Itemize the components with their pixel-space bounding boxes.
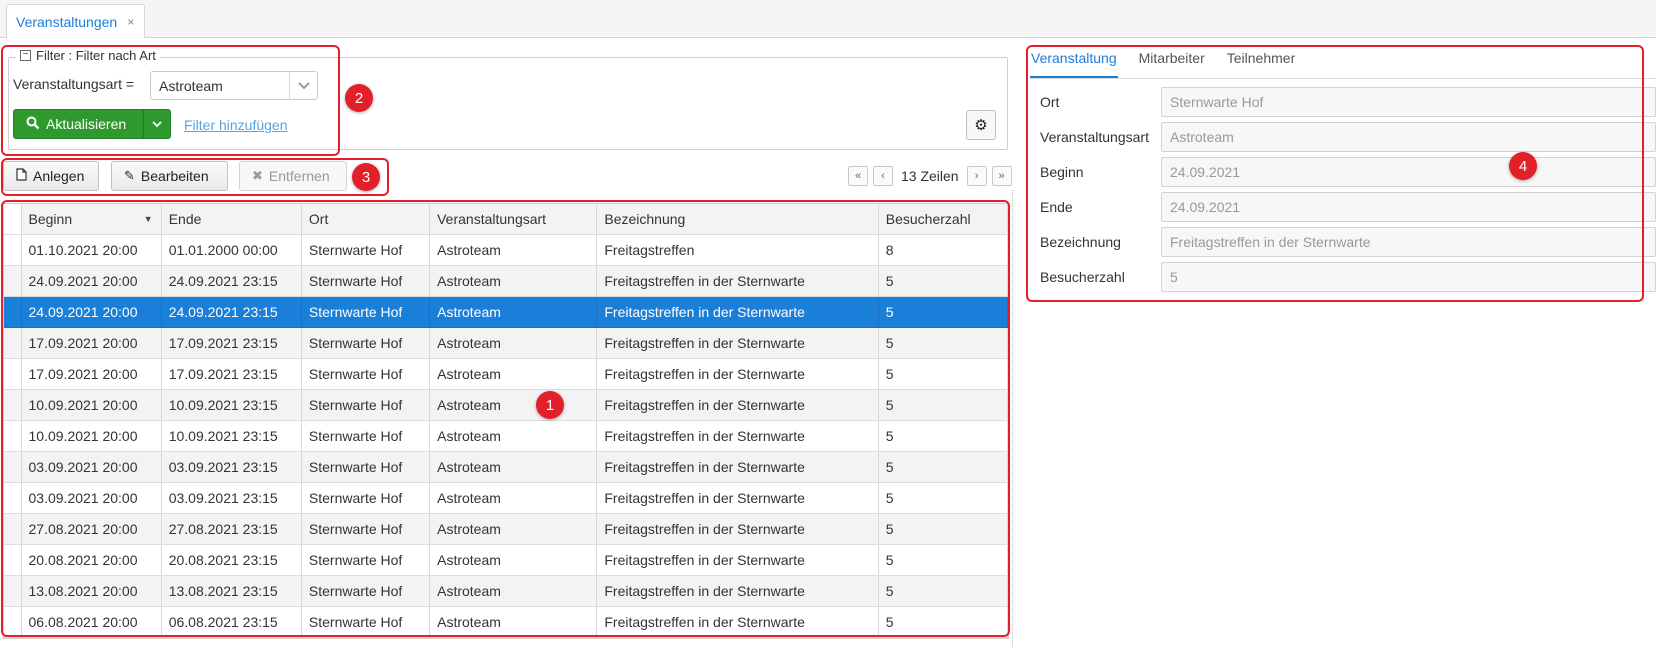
settings-button[interactable]: ⚙ [966,110,996,140]
annotation-badge-2: 2 [345,84,373,112]
pager: « ‹ 13 Zeilen › » [848,166,1012,186]
annotation-badge-4: 4 [1509,152,1537,180]
tab-label: Veranstaltungen [16,13,118,30]
prev-page-button[interactable]: ‹ [873,166,893,186]
document-tab-bar [0,0,1656,38]
annotation-box-4 [1026,45,1644,302]
annotation-badge-3: 3 [352,163,380,191]
annotation-box-2 [1,45,340,156]
panel-splitter[interactable] [1012,190,1016,647]
next-page-button[interactable]: › [966,166,987,186]
close-icon[interactable]: × [127,15,134,29]
first-page-button[interactable]: « [848,166,868,186]
annotation-box-1 [1,200,1010,637]
annotation-box-3 [1,158,389,196]
annotation-badge-1: 1 [536,391,564,419]
last-page-button[interactable]: » [991,166,1012,186]
row-count: 13 Zeilen [901,168,959,184]
gear-icon: ⚙ [974,117,988,134]
tab-veranstaltungen[interactable]: Veranstaltungen × [6,4,146,38]
